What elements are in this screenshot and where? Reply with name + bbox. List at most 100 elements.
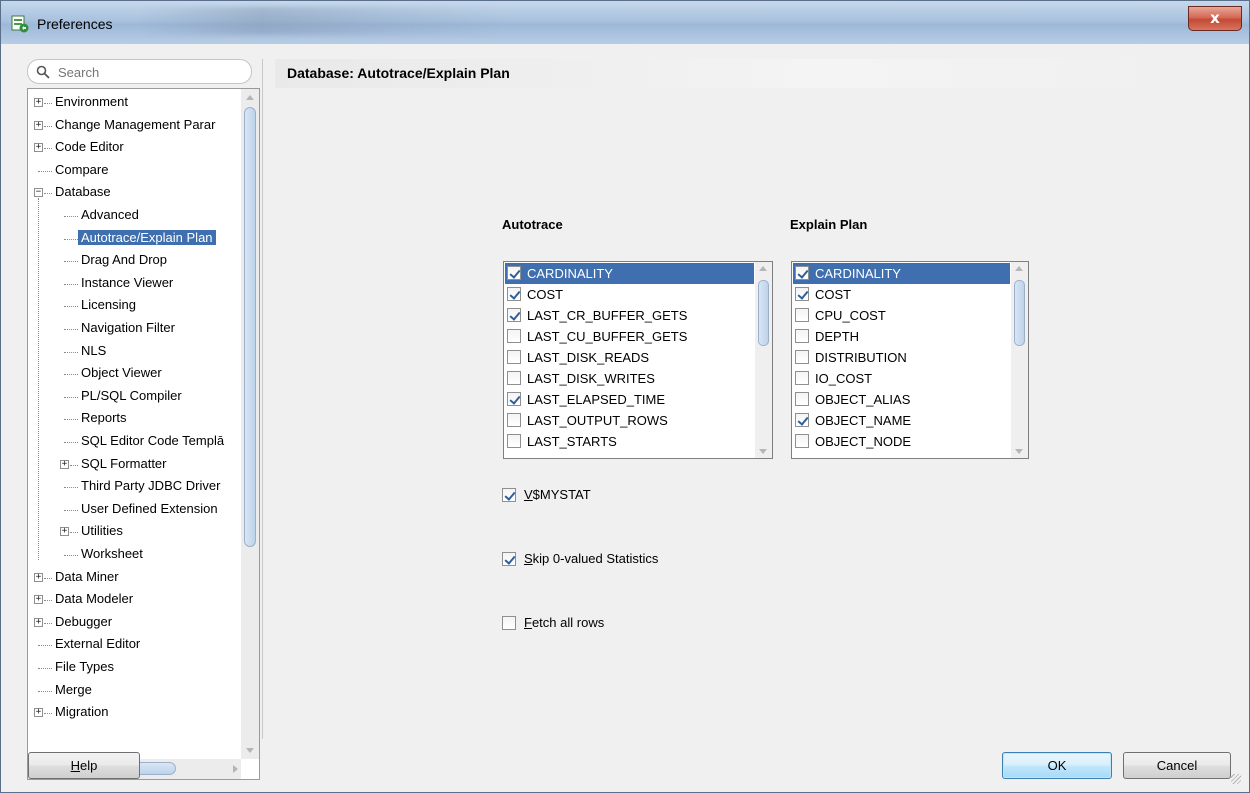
tree-item[interactable]: Debugger	[52, 612, 115, 634]
checkbox-icon[interactable]	[507, 308, 521, 322]
checklist-item[interactable]: DEPTH	[793, 326, 1010, 347]
ok-button[interactable]: OK	[1002, 752, 1112, 779]
tree-item[interactable]: User Defined Extension	[78, 499, 221, 521]
tree-item[interactable]: Change Management Parar	[52, 115, 218, 137]
scroll-down-icon[interactable]	[759, 449, 767, 454]
explain-plan-checklist[interactable]: OBJECT_NODE OBJECT_NAME OBJECT_ALIAS IO_COS…	[791, 261, 1029, 459]
tree-item[interactable]: Instance Viewer	[78, 273, 176, 295]
checklist-item[interactable]: CARDINALITY	[505, 263, 754, 284]
checkbox-icon[interactable]	[502, 552, 516, 566]
explain-plan-scroll-thumb[interactable]	[1014, 280, 1025, 346]
expand-icon[interactable]: +	[34, 708, 43, 718]
tree-item[interactable]: Migration	[52, 702, 111, 724]
checkbox-icon[interactable]	[507, 392, 521, 406]
title-bar[interactable]: Preferences x	[1, 1, 1249, 44]
checklist-item[interactable]: LAST_CR_BUFFER_GETS	[505, 305, 754, 326]
tree-item[interactable]: File Types	[52, 657, 117, 679]
checklist-item[interactable]: LAST_CU_BUFFER_GETS	[505, 326, 754, 347]
tree-item[interactable]: Navigation Filter	[78, 318, 178, 340]
checkbox-icon[interactable]	[502, 488, 516, 502]
checkbox-icon[interactable]	[507, 287, 521, 301]
tree-item[interactable]: Data Modeler	[52, 589, 136, 611]
autotrace-scrollbar[interactable]	[755, 262, 772, 458]
tree-item[interactable]: Autotrace/Explain Plan	[78, 228, 216, 250]
checklist-item[interactable]: DISTRIBUTION	[793, 347, 1010, 368]
checklist-item[interactable]: LAST_DISK_WRITES	[505, 368, 754, 389]
checklist-item[interactable]: OBJECT_ALIAS	[793, 389, 1010, 410]
tree-item[interactable]: Licensing	[78, 295, 139, 317]
tree-item[interactable]: Merge	[52, 680, 95, 702]
checkbox-icon[interactable]	[502, 616, 516, 630]
checklist-item[interactable]: IO_COST	[793, 368, 1010, 389]
checklist-item[interactable]: COST	[793, 284, 1010, 305]
checkbox-icon[interactable]	[795, 371, 809, 385]
expand-icon[interactable]: +	[34, 572, 43, 582]
checklist-item[interactable]: LAST_DISK_READS	[505, 347, 754, 368]
help-button[interactable]: Help	[28, 752, 140, 779]
tree-item[interactable]: Reports	[78, 408, 130, 430]
expand-icon[interactable]: +	[34, 143, 43, 153]
tree-item[interactable]: Code Editor	[52, 137, 127, 159]
tree-item[interactable]: SQL Formatter	[78, 454, 169, 476]
tree-item[interactable]: Compare	[52, 160, 111, 182]
checkbox-icon[interactable]	[507, 413, 521, 427]
checklist-item[interactable]: LAST_OUTPUT_ROWS	[505, 410, 754, 431]
tree-item[interactable]: Drag And Drop	[78, 250, 170, 272]
cancel-button[interactable]: Cancel	[1123, 752, 1231, 779]
expand-icon[interactable]: +	[60, 459, 69, 469]
close-button[interactable]: x	[1188, 6, 1242, 31]
checklist-item[interactable]: OBJECT_NODE	[793, 431, 1010, 452]
checkbox-icon[interactable]	[795, 329, 809, 343]
tree-item[interactable]: PL/SQL Compiler	[78, 386, 185, 408]
checklist-item[interactable]: CPU_COST	[793, 305, 1010, 326]
tree-item[interactable]: Environment	[52, 92, 131, 114]
scroll-up-icon[interactable]	[759, 266, 767, 271]
autotrace-scroll-thumb[interactable]	[758, 280, 769, 346]
splitter[interactable]	[262, 59, 263, 739]
tree-item[interactable]: Utilities	[78, 521, 126, 543]
checkbox-icon[interactable]	[507, 266, 521, 280]
scroll-up-icon[interactable]	[246, 95, 254, 100]
checkbox-icon[interactable]	[795, 308, 809, 322]
checklist-item[interactable]: CARDINALITY	[793, 263, 1010, 284]
scroll-up-icon[interactable]	[1015, 266, 1023, 271]
tree-vertical-scrollbar[interactable]	[241, 89, 259, 759]
tree-item[interactable]: Third Party JDBC Driver	[78, 476, 223, 498]
tree-item[interactable]: Data Miner	[52, 567, 122, 589]
scroll-down-icon[interactable]	[1015, 449, 1023, 454]
checkbox-icon[interactable]	[507, 371, 521, 385]
tree-item[interactable]: External Editor	[52, 634, 143, 656]
checkbox-icon[interactable]	[795, 287, 809, 301]
collapse-icon[interactable]: −	[34, 188, 43, 198]
tree-item[interactable]: Advanced	[78, 205, 142, 227]
checkbox-icon[interactable]	[507, 329, 521, 343]
tree-item[interactable]: Database	[52, 182, 114, 204]
checkbox-icon[interactable]	[795, 392, 809, 406]
tree-item[interactable]: Object Viewer	[78, 363, 165, 385]
expand-icon[interactable]: +	[34, 617, 43, 627]
tree-item[interactable]: SQL Editor Code Templā	[78, 431, 227, 453]
checkbox-icon[interactable]	[507, 434, 521, 448]
checkbox-icon[interactable]	[795, 350, 809, 364]
explain-plan-scrollbar[interactable]	[1011, 262, 1028, 458]
expand-icon[interactable]: +	[34, 595, 43, 605]
tree-item[interactable]: Worksheet	[78, 544, 146, 566]
checkbox-icon[interactable]	[795, 266, 809, 280]
checkbox-icon[interactable]	[795, 434, 809, 448]
checklist-item[interactable]: COST	[505, 284, 754, 305]
checkbox-icon[interactable]	[507, 350, 521, 364]
checkbox-icon[interactable]	[795, 413, 809, 427]
scroll-right-icon[interactable]	[233, 765, 238, 773]
checklist-item[interactable]: LAST_ELAPSED_TIME	[505, 389, 754, 410]
scroll-down-icon[interactable]	[246, 748, 254, 753]
tree-item[interactable]: NLS	[78, 341, 109, 363]
expand-icon[interactable]: +	[34, 120, 43, 130]
checklist-item[interactable]: OBJECT_NAME	[793, 410, 1010, 431]
expand-icon[interactable]: +	[34, 98, 43, 107]
resize-grip[interactable]	[1231, 774, 1241, 784]
tree-scroll-thumb[interactable]	[244, 107, 256, 547]
search-box[interactable]	[27, 59, 252, 84]
search-input[interactable]	[56, 63, 241, 81]
preferences-tree[interactable]: + Environment + Change Management Parar + Cod…	[27, 88, 260, 780]
autotrace-checklist[interactable]: LAST_STARTS LAST_OUTPUT_ROWS LAST_ELAPSED_…	[503, 261, 773, 459]
